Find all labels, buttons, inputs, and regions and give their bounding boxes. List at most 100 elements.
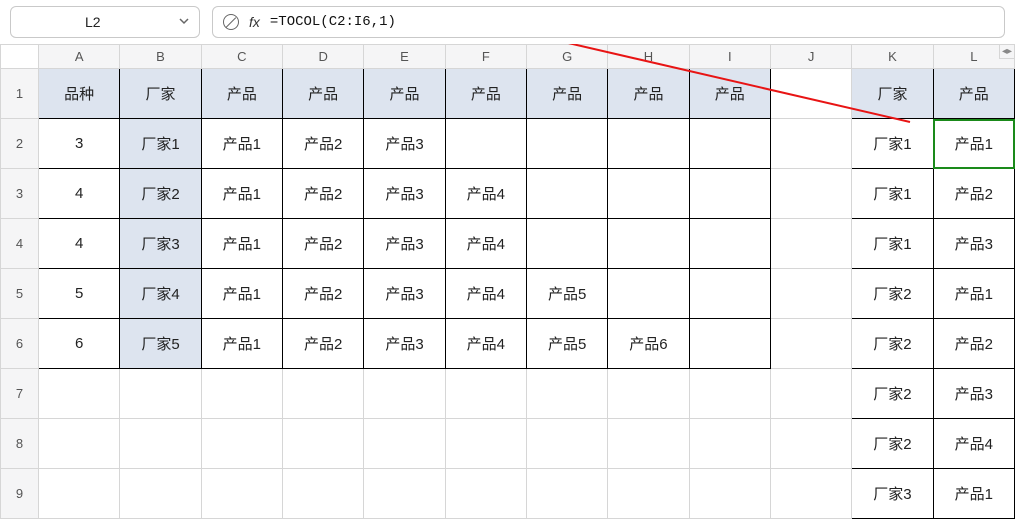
cell-D7[interactable]	[283, 369, 364, 419]
cell-B4[interactable]: 厂家3	[120, 219, 201, 269]
formula-input[interactable]: =TOCOL(C2:I6,1)	[270, 14, 396, 30]
col-head-H[interactable]: H	[608, 45, 689, 69]
cell-I6[interactable]	[689, 319, 770, 369]
cell-D6[interactable]: 产品2	[283, 319, 364, 369]
cell-J8[interactable]	[770, 419, 851, 469]
cell-L6[interactable]: 产品2	[933, 319, 1014, 369]
name-box[interactable]: L2	[10, 6, 200, 38]
cell-B8[interactable]	[120, 419, 201, 469]
cell-B6[interactable]: 厂家5	[120, 319, 201, 369]
cell-F3[interactable]: 产品4	[445, 169, 526, 219]
cell-J4[interactable]	[770, 219, 851, 269]
cell-G6[interactable]: 产品5	[526, 319, 607, 369]
row-head-5[interactable]: 5	[1, 269, 39, 319]
cell-J2[interactable]	[770, 119, 851, 169]
cell-F8[interactable]	[445, 419, 526, 469]
cell-H7[interactable]	[608, 369, 689, 419]
column-expand-icon[interactable]: ◂▸	[999, 44, 1015, 59]
cell-L4[interactable]: 产品3	[933, 219, 1014, 269]
cell-H3[interactable]	[608, 169, 689, 219]
cell-H1[interactable]: 产品	[608, 69, 689, 119]
cell-J9[interactable]	[770, 469, 851, 519]
cell-G1[interactable]: 产品	[526, 69, 607, 119]
cell-J5[interactable]	[770, 269, 851, 319]
cell-E2[interactable]: 产品3	[364, 119, 445, 169]
cell-L2[interactable]: 产品1	[933, 119, 1014, 169]
cell-C8[interactable]	[201, 419, 282, 469]
cell-D2[interactable]: 产品2	[283, 119, 364, 169]
fx-icon[interactable]: fx	[249, 14, 260, 30]
cell-F7[interactable]	[445, 369, 526, 419]
cell-A5[interactable]: 5	[39, 269, 120, 319]
cell-H9[interactable]	[608, 469, 689, 519]
cell-C4[interactable]: 产品1	[201, 219, 282, 269]
cell-A7[interactable]	[39, 369, 120, 419]
cell-F2[interactable]	[445, 119, 526, 169]
cell-D4[interactable]: 产品2	[283, 219, 364, 269]
cell-K7[interactable]: 厂家2	[852, 369, 933, 419]
cell-G9[interactable]	[526, 469, 607, 519]
cell-D5[interactable]: 产品2	[283, 269, 364, 319]
col-head-F[interactable]: F	[445, 45, 526, 69]
col-head-J[interactable]: J	[770, 45, 851, 69]
cell-A3[interactable]: 4	[39, 169, 120, 219]
cell-D9[interactable]	[283, 469, 364, 519]
cell-I1[interactable]: 产品	[689, 69, 770, 119]
cell-I4[interactable]	[689, 219, 770, 269]
cell-B9[interactable]	[120, 469, 201, 519]
cell-D8[interactable]	[283, 419, 364, 469]
cell-L1[interactable]: 产品	[933, 69, 1014, 119]
cell-A6[interactable]: 6	[39, 319, 120, 369]
cell-H4[interactable]	[608, 219, 689, 269]
cell-C9[interactable]	[201, 469, 282, 519]
row-head-4[interactable]: 4	[1, 219, 39, 269]
cell-F1[interactable]: 产品	[445, 69, 526, 119]
cell-A1[interactable]: 品种	[39, 69, 120, 119]
cell-K1[interactable]: 厂家	[852, 69, 933, 119]
cell-K8[interactable]: 厂家2	[852, 419, 933, 469]
cell-J3[interactable]	[770, 169, 851, 219]
cell-G2[interactable]	[526, 119, 607, 169]
formula-bar[interactable]: fx =TOCOL(C2:I6,1)	[212, 6, 1005, 38]
cell-E1[interactable]: 产品	[364, 69, 445, 119]
cell-G7[interactable]	[526, 369, 607, 419]
cell-C6[interactable]: 产品1	[201, 319, 282, 369]
cell-H6[interactable]: 产品6	[608, 319, 689, 369]
cell-I3[interactable]	[689, 169, 770, 219]
cell-E4[interactable]: 产品3	[364, 219, 445, 269]
col-head-E[interactable]: E	[364, 45, 445, 69]
cell-A8[interactable]	[39, 419, 120, 469]
cell-K3[interactable]: 厂家1	[852, 169, 933, 219]
col-head-I[interactable]: I	[689, 45, 770, 69]
cell-J7[interactable]	[770, 369, 851, 419]
cell-B3[interactable]: 厂家2	[120, 169, 201, 219]
cell-B2[interactable]: 厂家1	[120, 119, 201, 169]
cell-A9[interactable]	[39, 469, 120, 519]
cell-C3[interactable]: 产品1	[201, 169, 282, 219]
cell-G3[interactable]	[526, 169, 607, 219]
cell-B7[interactable]	[120, 369, 201, 419]
cell-D1[interactable]: 产品	[283, 69, 364, 119]
cell-F5[interactable]: 产品4	[445, 269, 526, 319]
cell-C7[interactable]	[201, 369, 282, 419]
cell-L5[interactable]: 产品1	[933, 269, 1014, 319]
cell-I9[interactable]	[689, 469, 770, 519]
cell-F9[interactable]	[445, 469, 526, 519]
row-head-2[interactable]: 2	[1, 119, 39, 169]
cell-B5[interactable]: 厂家4	[120, 269, 201, 319]
row-head-1[interactable]: 1	[1, 69, 39, 119]
cell-K5[interactable]: 厂家2	[852, 269, 933, 319]
cell-L3[interactable]: 产品2	[933, 169, 1014, 219]
cell-E7[interactable]	[364, 369, 445, 419]
cell-E6[interactable]: 产品3	[364, 319, 445, 369]
cell-I8[interactable]	[689, 419, 770, 469]
cell-J1[interactable]	[770, 69, 851, 119]
cell-E8[interactable]	[364, 419, 445, 469]
cell-D3[interactable]: 产品2	[283, 169, 364, 219]
col-head-A[interactable]: A	[39, 45, 120, 69]
col-head-C[interactable]: C	[201, 45, 282, 69]
cell-A2[interactable]: 3	[39, 119, 120, 169]
row-head-9[interactable]: 9	[1, 469, 39, 519]
cell-C2[interactable]: 产品1	[201, 119, 282, 169]
cell-A4[interactable]: 4	[39, 219, 120, 269]
